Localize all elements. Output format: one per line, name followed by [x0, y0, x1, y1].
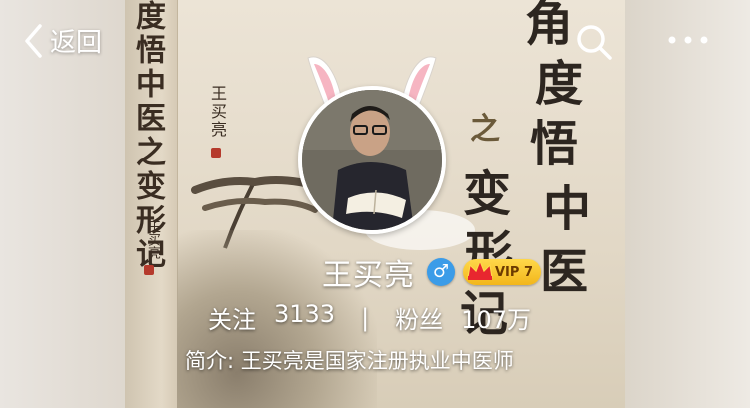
male-gender-icon: ♂: [427, 258, 455, 286]
cover-title-char: 中: [543, 181, 592, 237]
book-spine: 度悟中医之变形记 王买亮: [125, 0, 178, 408]
fans-link[interactable]: 粉丝 107万: [395, 300, 531, 335]
cover-author: 王买亮: [208, 85, 227, 139]
back-label: 返回: [50, 28, 103, 58]
cover-title-char: 之: [470, 112, 500, 147]
avatar-container[interactable]: [296, 52, 446, 242]
cover-title-char: 悟: [530, 116, 579, 172]
cover-title-char: 医: [540, 244, 589, 300]
background-left: [0, 0, 140, 408]
stats-separator: |: [361, 303, 370, 332]
crown-icon: [467, 259, 493, 280]
profile-name-row: 王买亮 ♂ VIP 7: [322, 250, 541, 294]
seal-mark: [144, 265, 154, 275]
profile-stats: 关注 3133 | 粉丝 107万: [208, 300, 531, 335]
vip-level-label: VIP 7: [495, 264, 533, 280]
vip-badge[interactable]: VIP 7: [463, 259, 541, 285]
user-name: 王买亮: [322, 258, 415, 293]
back-button[interactable]: 返回: [22, 22, 102, 59]
following-count: 3133: [274, 300, 336, 328]
following-link[interactable]: 关注 3133: [208, 300, 335, 335]
avatar[interactable]: [298, 86, 446, 234]
cover-title-char: 度: [535, 56, 584, 112]
avatar-photo: [302, 90, 442, 230]
spine-author: 王买亮: [145, 220, 160, 259]
search-icon[interactable]: [574, 22, 614, 62]
more-icon[interactable]: [664, 30, 712, 50]
seal-mark: [211, 148, 221, 158]
following-label: 关注: [208, 306, 256, 334]
fans-label: 粉丝: [395, 306, 444, 334]
profile-bio: 简介: 王买亮是国家注册执业中医师: [185, 349, 514, 373]
cover-title-char: 变: [463, 166, 512, 222]
fans-count: 107万: [461, 306, 531, 334]
chevron-left-icon: [25, 23, 42, 58]
background-right: [610, 0, 750, 408]
cover-title-char: 角: [525, 0, 574, 52]
